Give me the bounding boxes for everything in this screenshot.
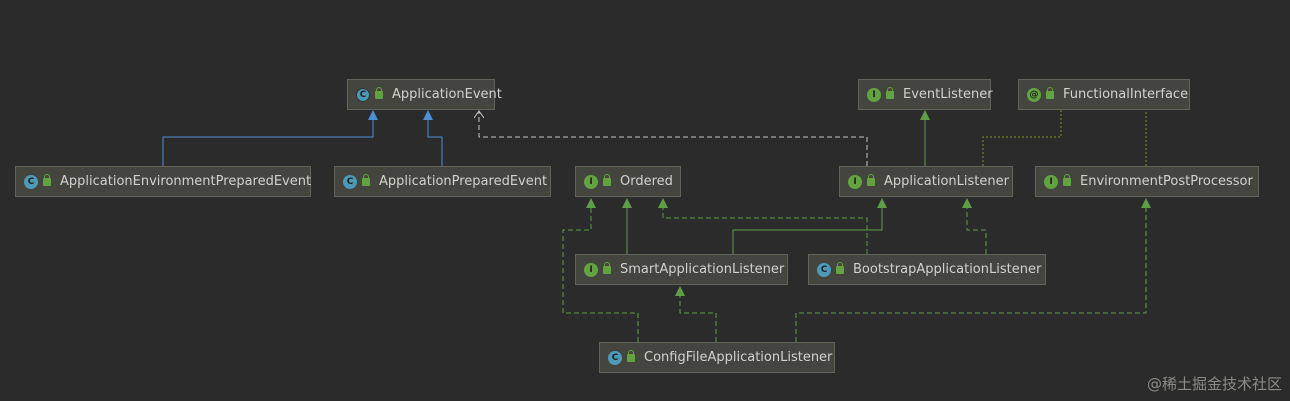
- node-config-file-application-listener[interactable]: C ConfigFileApplicationListener: [599, 342, 835, 373]
- class-icon: C: [817, 262, 831, 277]
- interface-icon: I: [867, 87, 881, 102]
- node-label: ApplicationPreparedEvent: [379, 174, 548, 189]
- node-label: EventListener: [903, 87, 993, 102]
- interface-icon: I: [1044, 174, 1058, 189]
- node-label: Ordered: [620, 174, 673, 189]
- public-visibility-icon: [603, 261, 611, 274]
- node-label: ConfigFileApplicationListener: [644, 350, 833, 365]
- edge-configfile-implements-smart: [675, 286, 717, 342]
- edge-listener-annotated-functional: [982, 109, 1062, 166]
- public-visibility-icon: [627, 349, 635, 362]
- node-label: FunctionalInterface: [1063, 87, 1189, 102]
- edge-env-prepared-extends-event: [162, 110, 378, 166]
- uml-class-diagram: C ApplicationEvent I EventListener @ Fun…: [0, 0, 1290, 401]
- node-smart-application-listener[interactable]: I SmartApplicationListener: [575, 254, 788, 285]
- node-label: ApplicationEvent: [392, 87, 502, 102]
- watermark-text: @稀土掘金技术社区: [1146, 375, 1282, 393]
- public-visibility-icon: [362, 173, 370, 186]
- node-label: SmartApplicationListener: [620, 262, 785, 277]
- node-environment-post-processor[interactable]: I EnvironmentPostProcessor: [1035, 166, 1259, 197]
- annotation-icon: @: [1027, 87, 1041, 102]
- public-visibility-icon: [1063, 173, 1071, 186]
- node-label: BootstrapApplicationListener: [853, 262, 1042, 277]
- node-ordered[interactable]: I Ordered: [575, 166, 681, 197]
- interface-icon: I: [584, 262, 598, 277]
- public-visibility-icon: [1046, 86, 1054, 99]
- node-application-prepared-event[interactable]: C ApplicationPreparedEvent: [334, 166, 551, 197]
- public-visibility-icon: [603, 173, 611, 186]
- node-label: EnvironmentPostProcessor: [1080, 174, 1253, 189]
- interface-icon: I: [584, 174, 598, 189]
- node-bootstrap-application-listener[interactable]: C BootstrapApplicationListener: [808, 254, 1046, 285]
- node-functional-interface[interactable]: @ FunctionalInterface: [1018, 79, 1190, 110]
- interface-icon: I: [848, 174, 862, 189]
- relation-lines: [162, 109, 1151, 342]
- public-visibility-icon: [886, 86, 894, 99]
- class-icon: C: [343, 174, 357, 189]
- public-visibility-icon: [836, 261, 844, 274]
- node-label: ApplicationListener: [884, 174, 1009, 189]
- public-visibility-icon: [43, 173, 51, 186]
- edge-bootstrap-implements-ordered: [658, 198, 868, 254]
- edge-bootstrap-implements-listener: [962, 198, 987, 254]
- abstract-class-icon: C: [356, 87, 370, 102]
- node-event-listener[interactable]: I EventListener: [858, 79, 993, 110]
- node-application-environment-prepared-event[interactable]: C ApplicationEnvironmentPreparedEvent: [15, 166, 311, 197]
- node-application-listener[interactable]: I ApplicationListener: [839, 166, 1013, 197]
- class-icon: C: [24, 174, 38, 189]
- public-visibility-icon: [375, 86, 383, 99]
- node-label: ApplicationEnvironmentPreparedEvent: [60, 174, 312, 189]
- edge-smart-extends-listener: [732, 198, 887, 254]
- public-visibility-icon: [867, 173, 875, 186]
- edge-listener-uses-event: [479, 111, 868, 166]
- class-icon: C: [608, 350, 622, 365]
- node-application-event[interactable]: C ApplicationEvent: [347, 79, 502, 110]
- edge-prepared-extends-event: [423, 110, 443, 166]
